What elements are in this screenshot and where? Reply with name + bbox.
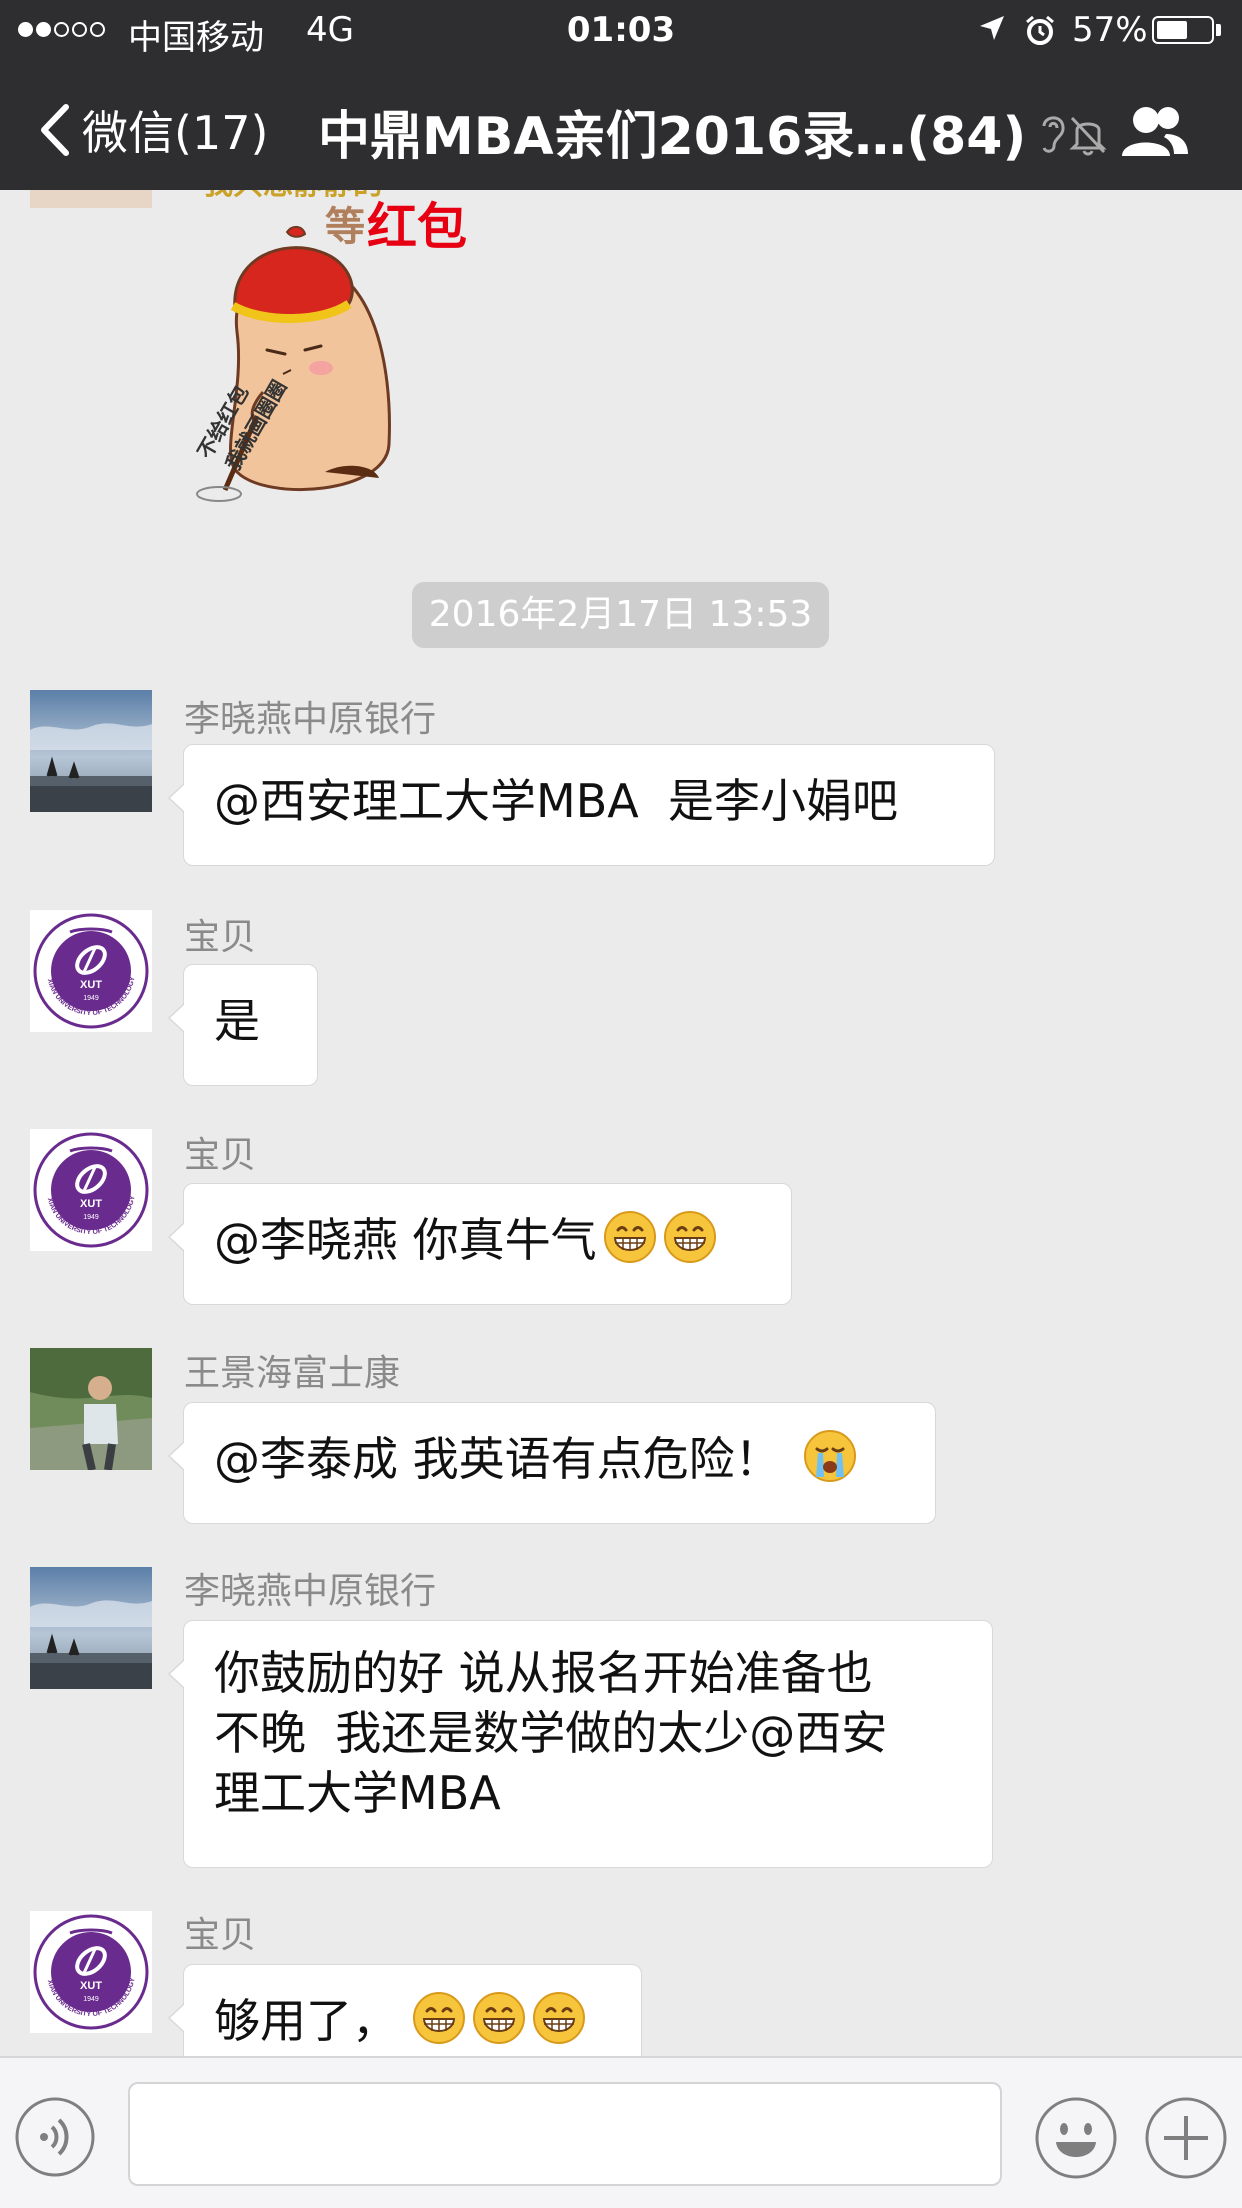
- sticker-sender-avatar-image: [30, 190, 152, 208]
- message-text: 够用了，: [214, 1994, 398, 2048]
- timestamp-divider: 2016年2月17日 13:53: [412, 582, 829, 648]
- message-bubble[interactable]: @西安理工大学MBA 是李小娟吧: [168, 744, 995, 866]
- message-sender: 李晓燕中原银行: [184, 1571, 437, 1612]
- chat-area[interactable]: 我只想静静的 等 红包 不给红包 我就画圈圈 2016年2月17日 13:53: [0, 190, 1242, 2056]
- top-bar: 中国移动 4G 01:03 57% 微信(17) 中鼎MBA亲们2016录…(8…: [0, 0, 1242, 190]
- xut-abbr: XUT: [80, 979, 102, 991]
- plus-icon[interactable]: [1144, 2096, 1228, 2180]
- message-text: @李晓燕 你真牛气: [214, 1213, 597, 1267]
- nav-bar: 微信(17) 中鼎MBA亲们2016录…(84): [0, 80, 1242, 180]
- message-sender: 宝贝: [184, 1135, 257, 1176]
- message-text-line: 不晚 我还是数学做的太少@西安: [214, 1706, 888, 1760]
- xut-logo-avatar-icon: XIAN UNIVERSITY OF TECHNOLOGYXUT1949: [30, 1129, 152, 1251]
- chevron-left-icon: [41, 104, 69, 156]
- status-bar: 中国移动 4G 01:03 57%: [0, 0, 1242, 62]
- chat-title: 中鼎MBA亲们2016录…(84): [318, 107, 1027, 167]
- sticker-main-text-b: 红包: [367, 199, 467, 255]
- emoji-icon[interactable]: [1034, 2096, 1118, 2180]
- xut-year: 1949: [83, 1996, 99, 2003]
- message-text: @西安理工大学MBA 是李小娟吧: [214, 774, 898, 828]
- back-label: 微信(17): [82, 106, 269, 160]
- grin-emoji: [532, 1991, 586, 2045]
- sky-avatar-icon: [30, 1567, 152, 1689]
- message-bubble[interactable]: @李泰成 我英语有点危险！: [168, 1402, 936, 1524]
- group-members-icon[interactable]: [1118, 102, 1190, 160]
- avatar-sky[interactable]: [30, 690, 152, 812]
- message-text-line: 你鼓励的好 说从报名开始准备也: [214, 1646, 873, 1700]
- message-bubble[interactable]: @李晓燕 你真牛气: [168, 1183, 792, 1305]
- location-arrow-icon: [980, 16, 1004, 40]
- xut-year: 1949: [83, 995, 99, 1002]
- grin-emoji: [472, 1991, 526, 2045]
- sticker-top-text: 我只想静静的: [203, 190, 383, 201]
- sticker-main-text-a: 等: [325, 205, 365, 249]
- grin-emoji: [603, 1210, 657, 1264]
- battery-icon: [1152, 16, 1214, 44]
- avatar-sky[interactable]: [30, 1567, 152, 1689]
- grin-emoji: [412, 1991, 466, 2045]
- xut-abbr: XUT: [80, 1198, 102, 1210]
- message-bubble[interactable]: 够用了，: [168, 1964, 642, 2056]
- message-sender: 宝贝: [184, 917, 257, 958]
- voice-icon[interactable]: [14, 2096, 96, 2178]
- xut-year: 1949: [83, 1214, 99, 1221]
- input-bar: [0, 2056, 1242, 2208]
- person-photo-avatar-icon: [30, 1348, 152, 1470]
- sticker-sender-avatar[interactable]: [30, 190, 152, 208]
- xut-logo-avatar-icon: XIAN UNIVERSITY OF TECHNOLOGYXUT1949: [30, 910, 152, 1032]
- grin-emoji: [663, 1210, 717, 1264]
- back-button[interactable]: 微信(17): [38, 92, 268, 168]
- battery-percent: 57%: [1072, 10, 1148, 50]
- red-packet-sticker[interactable]: 我只想静静的 等 红包 不给红包 我就画圈圈: [175, 190, 500, 502]
- message-sender: 王景海富士康: [184, 1353, 401, 1394]
- crying-emoji: [803, 1429, 857, 1483]
- mute-bell-icon: [1069, 116, 1107, 156]
- message-sender: 李晓燕中原银行: [184, 699, 437, 740]
- avatar-xut[interactable]: XIAN UNIVERSITY OF TECHNOLOGY XUT 1949: [30, 1911, 152, 2033]
- alarm-clock-icon: [1026, 15, 1054, 45]
- battery-cap: [1216, 24, 1221, 36]
- message-bubble[interactable]: 你鼓励的好 说从报名开始准备也 不晚 我还是数学做的太少@西安 理工大学MBA: [168, 1620, 993, 1868]
- message-input[interactable]: [128, 2082, 1002, 2186]
- xut-abbr: XUT: [80, 1980, 102, 1992]
- message-text: @李泰成 我英语有点危险！: [214, 1432, 781, 1486]
- message-text-line: 理工大学MBA: [214, 1766, 501, 1820]
- ear-icon: [1042, 116, 1065, 153]
- xut-logo-avatar-icon: XIAN UNIVERSITY OF TECHNOLOGYXUT1949: [30, 1911, 152, 2033]
- message-text: 是: [214, 994, 260, 1048]
- battery-level-fill: [1157, 21, 1187, 39]
- avatar-xut[interactable]: XIAN UNIVERSITY OF TECHNOLOGY XUT 1949: [30, 1129, 152, 1251]
- message-sender: 宝贝: [184, 1915, 257, 1956]
- message-bubble[interactable]: 是: [168, 964, 318, 1086]
- avatar-person[interactable]: [30, 1348, 152, 1470]
- avatar-xut[interactable]: XIAN UNIVERSITY OF TECHNOLOGY XUT 1949: [30, 910, 152, 1032]
- sky-avatar-icon: [30, 690, 152, 812]
